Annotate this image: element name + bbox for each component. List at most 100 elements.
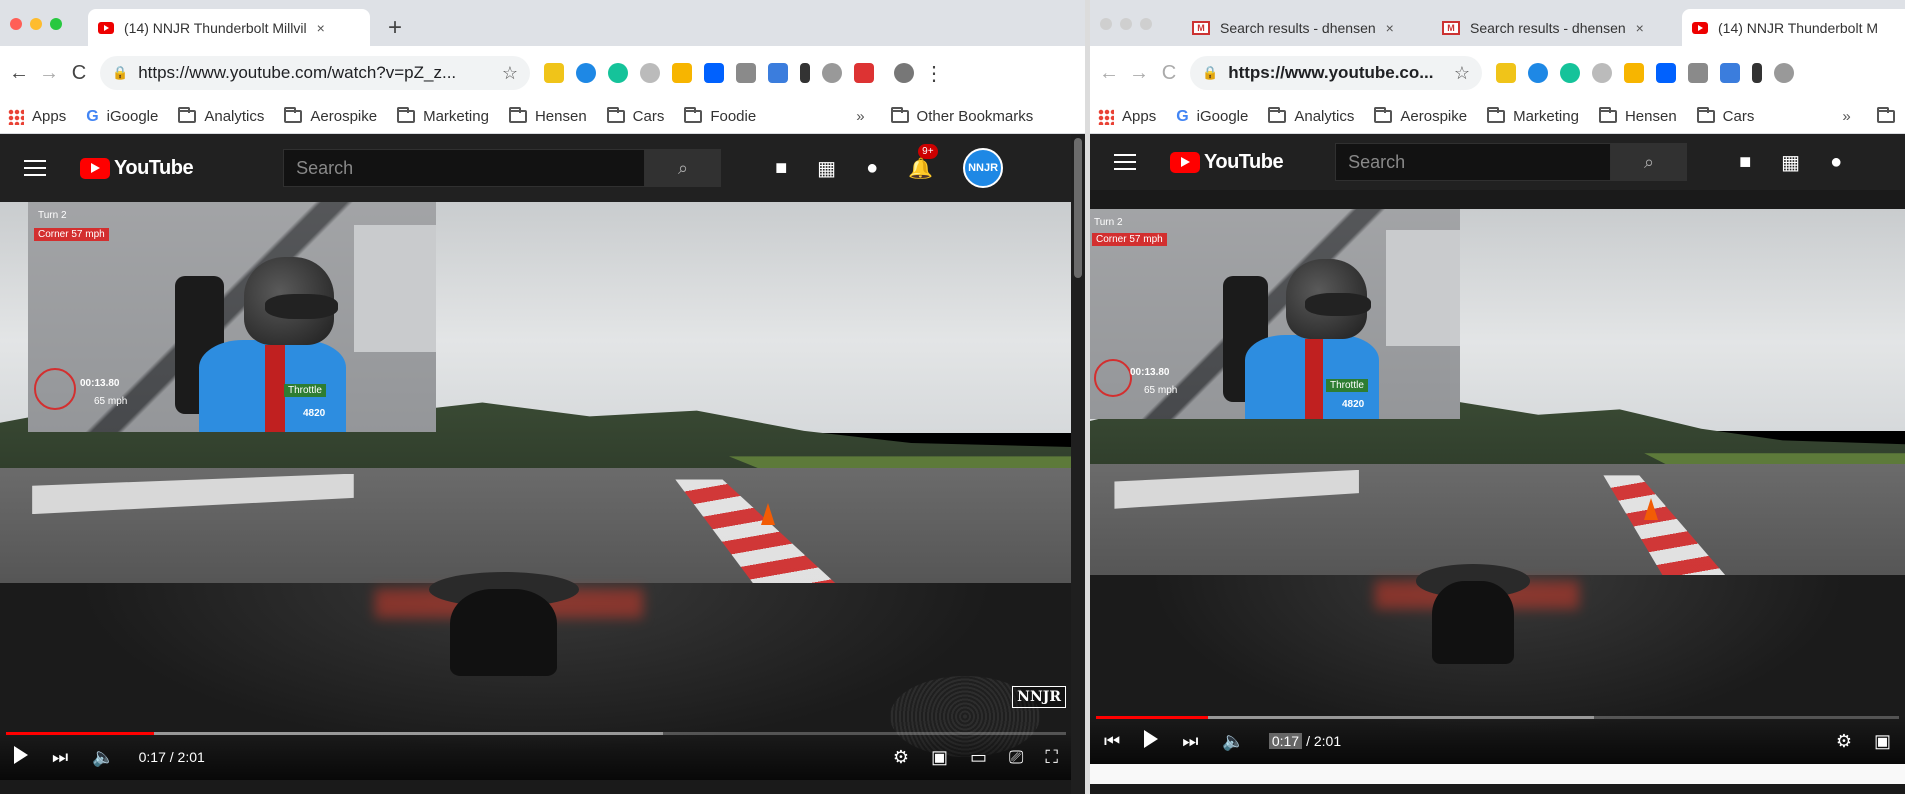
browser-menu-icon[interactable]: ⋮ bbox=[924, 61, 944, 86]
volume-icon[interactable]: 🔈 bbox=[92, 747, 114, 768]
tab-youtube-video[interactable]: (14) NNJR Thunderbolt Millvil × bbox=[88, 9, 370, 46]
tab-search-results[interactable]: M Search results - dhensen × bbox=[1432, 9, 1680, 46]
tab-search-results[interactable]: M Search results - dhensen × bbox=[1182, 9, 1432, 46]
forward-button[interactable]: → bbox=[1124, 62, 1154, 85]
reload-button[interactable]: C bbox=[64, 62, 94, 85]
video-player[interactable]: Turn 2 Corner 57 mph 00:13.80 65 mph Thr… bbox=[1090, 209, 1905, 764]
bookmark-star-icon[interactable]: ☆ bbox=[502, 63, 518, 84]
extension-icon[interactable] bbox=[672, 63, 692, 83]
tab-close-icon[interactable]: × bbox=[317, 20, 325, 36]
close-window-button[interactable] bbox=[1100, 18, 1112, 30]
next-video-button[interactable]: ⏭ bbox=[52, 747, 68, 768]
youtube-logo[interactable]: YouTube bbox=[80, 157, 194, 180]
channel-avatar[interactable]: NNJR bbox=[963, 148, 1004, 188]
pin-icon[interactable] bbox=[1752, 63, 1762, 83]
extension-icon[interactable] bbox=[854, 63, 874, 83]
create-video-icon[interactable]: ■ bbox=[1739, 151, 1751, 174]
other-bookmarks[interactable]: Other Bookmarks bbox=[890, 107, 1033, 125]
page-scrollbar[interactable] bbox=[1071, 134, 1085, 794]
address-bar[interactable]: 🔒 https://www.youtube.com/watch?v=pZ_z..… bbox=[100, 56, 530, 90]
progress-bar[interactable] bbox=[6, 732, 1066, 735]
bookmark-folder[interactable]: Hensen bbox=[1598, 107, 1677, 125]
grammarly-icon[interactable] bbox=[1560, 63, 1580, 83]
bookmark-folder[interactable]: Marketing bbox=[1487, 107, 1579, 125]
video-player[interactable]: Turn 2 Corner 57 mph 00:13.80 65 mph Thr… bbox=[0, 202, 1072, 780]
profile-avatar[interactable] bbox=[894, 63, 914, 83]
fullscreen-icon[interactable]: ⛶ bbox=[1045, 747, 1058, 768]
play-button[interactable] bbox=[1144, 729, 1159, 753]
bookmark-folder[interactable]: Foodie bbox=[684, 107, 756, 125]
extension-icon[interactable] bbox=[1528, 63, 1548, 83]
pin-icon[interactable] bbox=[800, 63, 810, 83]
extension-icon[interactable] bbox=[1624, 63, 1644, 83]
settings-gear-icon[interactable]: ⚙ bbox=[1836, 731, 1852, 752]
previous-video-button[interactable]: ⏮ bbox=[1104, 731, 1120, 752]
youtube-search-button[interactable]: ⌕ bbox=[1611, 143, 1688, 181]
youtube-search-button[interactable]: ⌕ bbox=[645, 149, 722, 187]
back-button[interactable]: ← bbox=[1094, 62, 1124, 85]
youtube-search-input[interactable]: Search bbox=[283, 149, 646, 187]
miniplayer-icon[interactable]: ▣ bbox=[931, 747, 948, 768]
tab-youtube-video[interactable]: (14) NNJR Thunderbolt M bbox=[1682, 9, 1905, 46]
extension-icon[interactable] bbox=[768, 63, 788, 83]
scrollbar-thumb[interactable] bbox=[1074, 138, 1082, 278]
bookmark-folder[interactable]: Cars bbox=[606, 107, 664, 125]
messages-icon[interactable]: ● bbox=[866, 157, 878, 180]
apps-icon[interactable]: ▦ bbox=[1781, 150, 1800, 175]
extension-icon[interactable] bbox=[1774, 63, 1794, 83]
theater-mode-icon[interactable]: ▭ bbox=[970, 747, 987, 768]
grammarly-icon[interactable] bbox=[608, 63, 628, 83]
extension-icon[interactable] bbox=[640, 63, 660, 83]
extension-icon[interactable] bbox=[1592, 63, 1612, 83]
play-button[interactable] bbox=[14, 745, 28, 769]
settings-gear-icon[interactable]: ⚙ bbox=[893, 747, 909, 768]
apps-icon[interactable]: ▦ bbox=[817, 156, 836, 181]
create-video-icon[interactable]: ■ bbox=[775, 157, 787, 180]
bookmark-apps[interactable]: Apps bbox=[8, 108, 66, 125]
address-bar[interactable]: 🔒 https://www.youtube.co... ☆ bbox=[1190, 56, 1482, 90]
bookmark-folder[interactable]: Hensen bbox=[508, 107, 587, 125]
volume-icon[interactable]: 🔈 bbox=[1222, 731, 1244, 752]
extension-icon[interactable] bbox=[576, 63, 596, 83]
minimize-window-button[interactable] bbox=[30, 18, 42, 30]
extension-icon[interactable] bbox=[822, 63, 842, 83]
forward-button[interactable]: → bbox=[34, 62, 64, 85]
bookmarks-overflow-button[interactable]: » bbox=[1842, 108, 1850, 125]
progress-bar[interactable] bbox=[1096, 716, 1899, 719]
extension-icon[interactable] bbox=[1720, 63, 1740, 83]
new-tab-button[interactable]: + bbox=[388, 14, 402, 42]
zoom-window-button[interactable] bbox=[1140, 18, 1152, 30]
messages-icon[interactable]: ● bbox=[1830, 151, 1842, 174]
next-video-button[interactable]: ⏭ bbox=[1182, 731, 1198, 752]
miniplayer-icon[interactable]: ▣ bbox=[1874, 731, 1891, 752]
extension-icon[interactable] bbox=[544, 63, 564, 83]
bookmark-folder[interactable]: Aerospike bbox=[284, 107, 377, 125]
bookmark-folder[interactable]: Analytics bbox=[178, 107, 264, 125]
back-button[interactable]: ← bbox=[4, 62, 34, 85]
minimize-window-button[interactable] bbox=[1120, 18, 1132, 30]
tab-close-icon[interactable]: × bbox=[1636, 20, 1644, 36]
bookmark-star-icon[interactable]: ☆ bbox=[1454, 63, 1470, 84]
dropbox-icon[interactable] bbox=[704, 63, 724, 83]
bookmarks-overflow-button[interactable]: » bbox=[856, 108, 864, 125]
bookmark-apps[interactable]: Apps bbox=[1098, 108, 1156, 125]
hamburger-menu-icon[interactable] bbox=[24, 160, 46, 176]
tab-close-icon[interactable]: × bbox=[1386, 20, 1394, 36]
extension-icon[interactable] bbox=[1688, 63, 1708, 83]
extension-icon[interactable] bbox=[736, 63, 756, 83]
close-window-button[interactable] bbox=[10, 18, 22, 30]
bookmark-igoogle[interactable]: GiGoogle bbox=[1176, 108, 1248, 126]
youtube-search-input[interactable]: Search bbox=[1335, 143, 1612, 181]
cast-icon[interactable]: ⎚ bbox=[1009, 747, 1023, 768]
youtube-logo[interactable]: YouTube bbox=[1170, 151, 1284, 174]
bookmark-folder[interactable]: Marketing bbox=[397, 107, 489, 125]
bookmark-igoogle[interactable]: GiGoogle bbox=[86, 108, 158, 126]
notifications-bell-icon[interactable]: 🔔 9+ bbox=[908, 143, 938, 181]
hamburger-menu-icon[interactable] bbox=[1114, 154, 1136, 170]
bookmark-folder[interactable]: Aerospike bbox=[1374, 107, 1467, 125]
extension-icon[interactable] bbox=[1496, 63, 1516, 83]
bookmark-folder[interactable]: Cars bbox=[1696, 107, 1754, 125]
bookmark-folder[interactable]: Analytics bbox=[1268, 107, 1354, 125]
zoom-window-button[interactable] bbox=[50, 18, 62, 30]
dropbox-icon[interactable] bbox=[1656, 63, 1676, 83]
